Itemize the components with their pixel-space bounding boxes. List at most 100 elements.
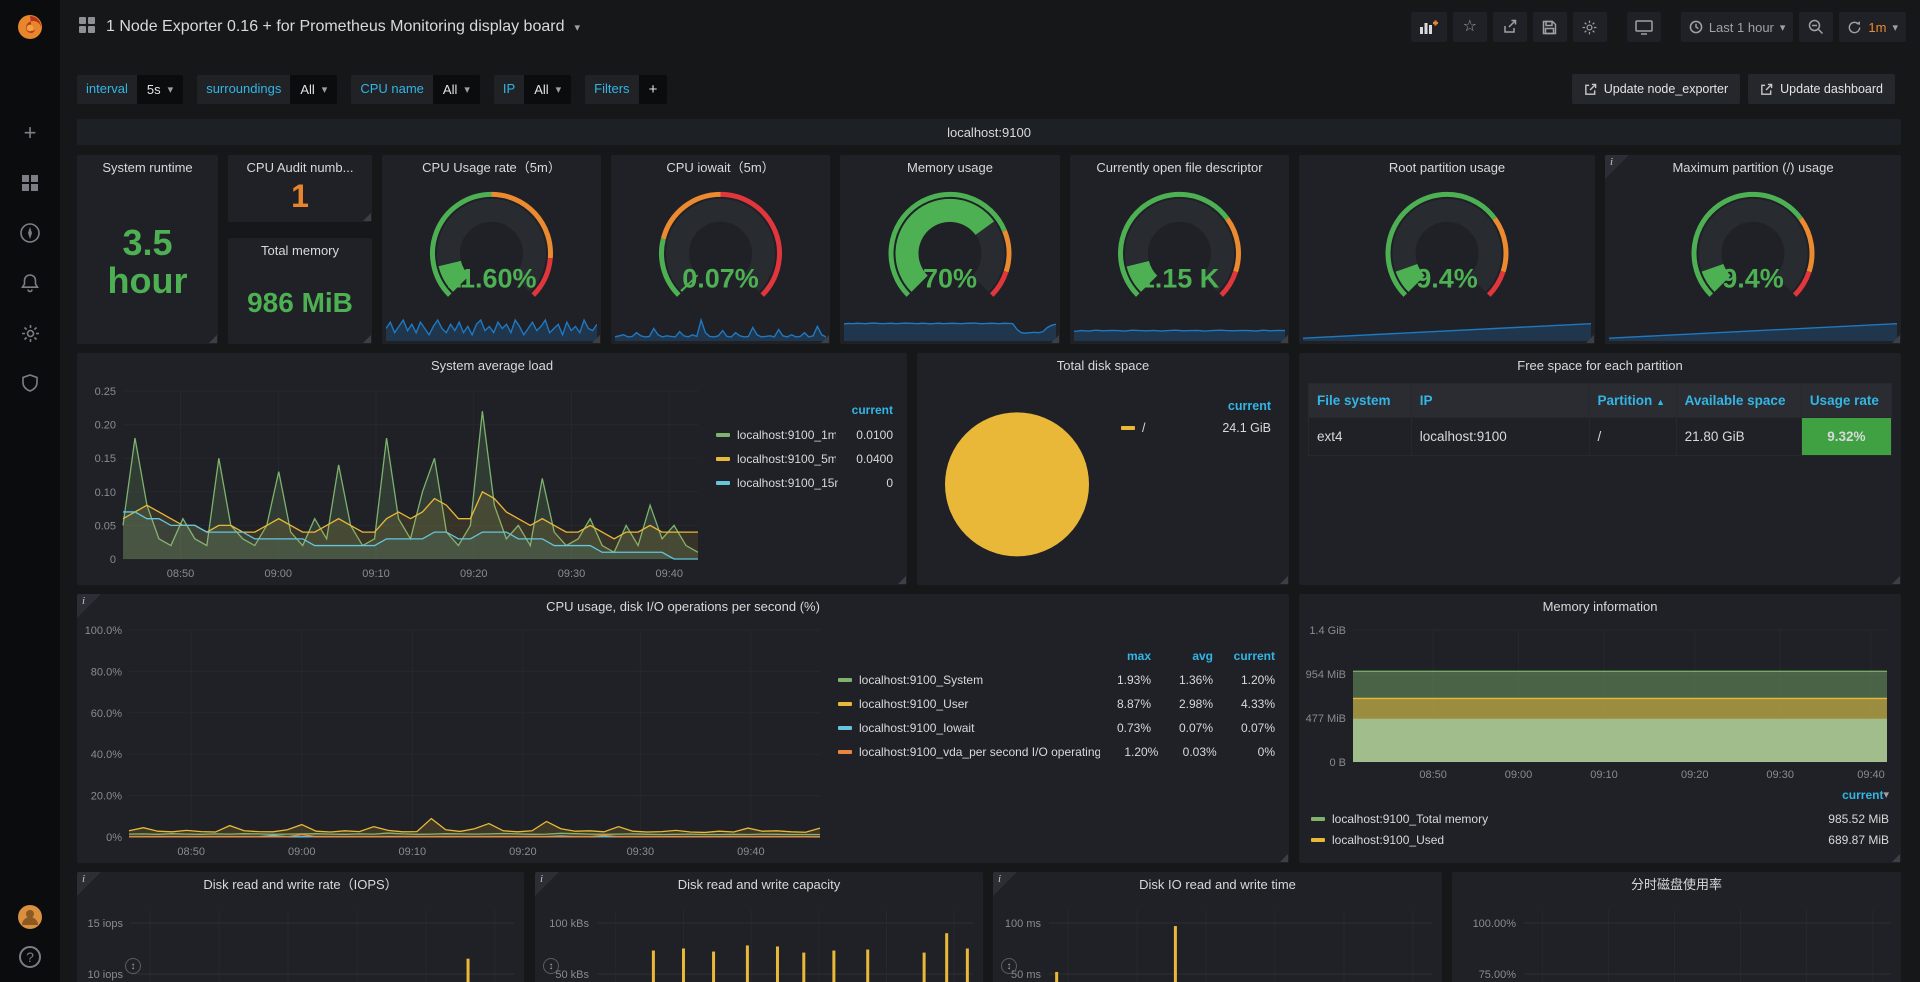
- title-caret-icon[interactable]: ▾: [574, 21, 580, 34]
- var-interval: interval 5s▾: [77, 75, 183, 104]
- panel-title[interactable]: System average load: [77, 353, 907, 377]
- svg-text:1.15 K: 1.15 K: [1140, 263, 1220, 293]
- panel-title[interactable]: CPU usage, disk I/O operations per secon…: [77, 594, 1289, 618]
- user-avatar[interactable]: [17, 904, 43, 930]
- resize-handle[interactable]: [898, 576, 906, 584]
- panel-info-icon[interactable]: i: [535, 872, 559, 896]
- resize-handle[interactable]: [1280, 576, 1288, 584]
- configuration-gear-icon[interactable]: [17, 320, 43, 346]
- panel-title[interactable]: Disk read and write capacity: [535, 872, 983, 896]
- legend-item[interactable]: localhost:9100_Iowait 0.73% 0.07% 0.07%: [838, 716, 1275, 740]
- dashboard-row-toggle[interactable]: localhost:9100: [77, 119, 1901, 145]
- legend-item[interactable]: localhost:9100_vda_per second I/O operat…: [838, 740, 1275, 764]
- panel-title[interactable]: Total memory: [228, 238, 372, 262]
- help-icon[interactable]: ?: [19, 946, 41, 968]
- panel-title[interactable]: CPU Usage rate（5m）: [382, 155, 601, 179]
- legend-item[interactable]: localhost:9100_Used 689.87 MiB: [1311, 829, 1889, 850]
- panel-title[interactable]: Total disk space: [917, 353, 1289, 377]
- dashboards-icon[interactable]: [17, 170, 43, 196]
- panel-title[interactable]: Root partition usage: [1299, 155, 1595, 179]
- resize-handle[interactable]: [1586, 335, 1594, 343]
- disk-capacity-chart: 100 kBs50 kBs: [535, 896, 983, 982]
- resize-handle[interactable]: [1892, 335, 1900, 343]
- add-panel-button[interactable]: [1411, 12, 1447, 42]
- zoom-out-button[interactable]: [1799, 12, 1833, 42]
- resize-handle[interactable]: [821, 335, 829, 343]
- legend-item[interactable]: localhost:9100_1m 0.0100: [716, 423, 893, 447]
- resize-handle[interactable]: [1892, 576, 1900, 584]
- resize-handle[interactable]: [1051, 335, 1059, 343]
- alerting-bell-icon[interactable]: [17, 270, 43, 296]
- resize-handle[interactable]: [1892, 854, 1900, 862]
- star-button[interactable]: ☆: [1453, 12, 1487, 42]
- panel-title[interactable]: CPU iowait（5m）: [611, 155, 830, 179]
- legend-item[interactable]: localhost:9100_15m 0: [716, 471, 893, 495]
- update-dashboard-link[interactable]: Update dashboard: [1748, 74, 1895, 104]
- var-ip-value[interactable]: All▾: [524, 75, 571, 104]
- panel-info-icon[interactable]: i: [77, 594, 101, 618]
- save-button[interactable]: [1533, 12, 1567, 42]
- col-header-available[interactable]: Available space: [1676, 384, 1801, 418]
- cell-ip: localhost:9100: [1411, 418, 1589, 456]
- resize-handle[interactable]: [592, 335, 600, 343]
- share-button[interactable]: [1493, 12, 1527, 42]
- col-header-usage[interactable]: Usage rate: [1801, 384, 1891, 418]
- refresh-button[interactable]: 1m ▾: [1839, 12, 1906, 42]
- dashboard-title[interactable]: 1 Node Exporter 0.16 + for Prometheus Mo…: [106, 18, 564, 36]
- table-row: ext4 localhost:9100 / 21.80 GiB 9.32%: [1309, 418, 1892, 456]
- axis-scroll-icon[interactable]: ↕: [125, 958, 141, 974]
- explore-compass-icon[interactable]: [17, 220, 43, 246]
- stat-value: 3.5 hour: [77, 179, 218, 344]
- time-range-picker[interactable]: Last 1 hour ▾: [1681, 12, 1794, 42]
- legend-item[interactable]: / 24.1 GiB: [1121, 421, 1271, 435]
- star-icon: ☆: [1463, 19, 1477, 35]
- add-filter-button[interactable]: +: [639, 75, 668, 104]
- settings-gear-button[interactable]: [1573, 12, 1607, 42]
- var-cpu-name-value[interactable]: All▾: [433, 75, 480, 104]
- sparkline: [1074, 315, 1285, 341]
- panel-title[interactable]: Maximum partition (/) usage: [1605, 155, 1901, 179]
- panel-info-icon[interactable]: i: [1605, 155, 1629, 179]
- partition-usage-chart: 100.00%75.00%: [1452, 896, 1901, 982]
- svg-text:50 kBs: 50 kBs: [555, 969, 589, 981]
- resize-handle[interactable]: [363, 213, 371, 221]
- svg-text:477 MiB: 477 MiB: [1306, 713, 1346, 725]
- axis-scroll-icon[interactable]: ↕: [543, 958, 559, 974]
- var-interval-value[interactable]: 5s▾: [137, 75, 183, 104]
- panel-info-icon[interactable]: i: [993, 872, 1017, 896]
- resize-handle[interactable]: [1280, 335, 1288, 343]
- panel-title[interactable]: System runtime: [77, 155, 218, 179]
- cell-file-system: ext4: [1309, 418, 1412, 456]
- legend-item[interactable]: localhost:9100_Total memory 985.52 MiB: [1311, 808, 1889, 829]
- panel-info-icon[interactable]: i: [77, 872, 101, 896]
- resize-handle[interactable]: [209, 335, 217, 343]
- panel-title[interactable]: Currently open file descriptor: [1070, 155, 1289, 179]
- cycle-view-monitor-button[interactable]: [1627, 12, 1661, 42]
- panel-title[interactable]: Free space for each partition: [1299, 353, 1901, 377]
- legend-item[interactable]: localhost:9100_User 8.87% 2.98% 4.33%: [838, 692, 1275, 716]
- server-admin-shield-icon[interactable]: [17, 370, 43, 396]
- axis-scroll-icon[interactable]: ↕: [1001, 958, 1017, 974]
- create-plus-icon[interactable]: +: [17, 120, 43, 146]
- col-header-partition[interactable]: Partition ▲: [1589, 384, 1676, 418]
- dashboard-squares-icon[interactable]: [78, 16, 96, 39]
- resize-handle[interactable]: [363, 335, 371, 343]
- panel-title[interactable]: Memory usage: [840, 155, 1060, 179]
- panel-title[interactable]: Memory information: [1299, 594, 1901, 618]
- chart-legend: current▾ localhost:9100_Total memory 985…: [1311, 788, 1889, 850]
- legend-item[interactable]: localhost:9100_System 1.93% 1.36% 1.20%: [838, 668, 1275, 692]
- legend-item[interactable]: localhost:9100_5m 0.0400: [716, 447, 893, 471]
- col-header-file-system[interactable]: File system: [1309, 384, 1412, 418]
- grafana-logo[interactable]: [0, 0, 60, 54]
- panel-disk-rw-capacity: i Disk read and write capacity 100 kBs50…: [535, 872, 983, 982]
- svg-text:08:50: 08:50: [167, 568, 195, 580]
- var-surroundings-value[interactable]: All▾: [290, 75, 337, 104]
- sparkline: [1303, 315, 1591, 341]
- update-node-exporter-link[interactable]: Update node_exporter: [1572, 74, 1740, 104]
- panel-title[interactable]: 分时磁盘使用率: [1452, 872, 1901, 896]
- svg-text:09:20: 09:20: [1681, 769, 1709, 781]
- panel-title[interactable]: Disk read and write rate（IOPS）: [77, 872, 524, 896]
- panel-title[interactable]: Disk IO read and write time: [993, 872, 1442, 896]
- resize-handle[interactable]: [1280, 854, 1288, 862]
- col-header-ip[interactable]: IP: [1411, 384, 1589, 418]
